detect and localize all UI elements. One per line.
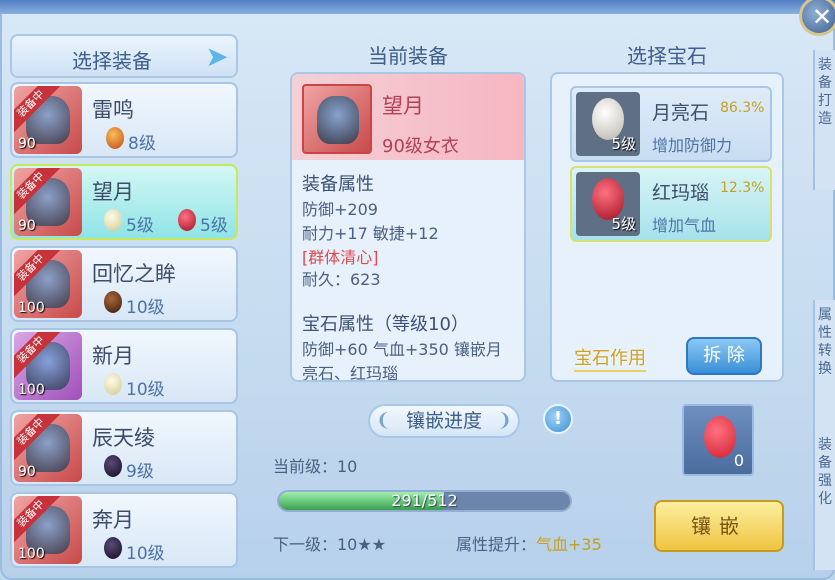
equip-level: 100 (18, 300, 45, 316)
next-level: 下一级：10★★ (273, 535, 387, 554)
attr-line: 耐力+17 敏捷+12 (302, 224, 439, 243)
side-tab-3[interactable]: 装备强化 (813, 430, 835, 570)
agate-icon (178, 209, 196, 231)
gem-icon (104, 291, 122, 313)
equipment-item[interactable]: 装备中 100 回忆之眸 10级 (10, 246, 238, 322)
gem-attr-heading: 宝石属性（等级10） (302, 314, 469, 335)
equipment-list-title: 选择装备 (72, 49, 152, 73)
current-level: 当前级：10 (273, 457, 358, 476)
current-equipment-header: 望月 90级女衣 (292, 74, 524, 160)
side-tab-2[interactable]: 属性转换 (813, 300, 835, 440)
equipment-thumb: 装备中 100 (14, 496, 82, 564)
equipment-name: 新月 (92, 344, 134, 368)
gem-icon (104, 537, 122, 559)
gem-icon (106, 127, 124, 149)
select-gem-title: 选择宝石 (627, 44, 707, 68)
special-skill: [群体清心] (302, 248, 379, 267)
gem-card[interactable]: 5级 月亮石 86.3% 增加防御力 (570, 86, 772, 162)
equip-level: 90 (18, 218, 36, 234)
equipment-thumb: 装备中 90 (14, 414, 82, 482)
gem-count: 0 (733, 451, 744, 470)
agate-icon (704, 416, 736, 458)
gem-icon-box: 5级 (576, 92, 640, 156)
gem-card-selected[interactable]: 5级 红玛瑙 12.3% 增加气血 (570, 166, 772, 242)
equipment-thumb: 装备中 90 (14, 86, 82, 154)
gem-desc: 增加气血 (652, 216, 717, 235)
gem-effect-link[interactable]: 宝石作用 (574, 344, 646, 372)
current-equipment-type: 90级女衣 (382, 136, 459, 157)
gem-percent: 86.3% (720, 100, 765, 116)
top-band (0, 0, 835, 14)
curl-icon: ❨ (376, 410, 392, 431)
gem-level: 10级 (126, 298, 165, 318)
attr-heading: 装备属性 (302, 174, 374, 195)
progress-bar: 291/512 (277, 490, 572, 512)
equipment-name: 望月 (92, 180, 134, 204)
close-icon: ✕ (812, 3, 833, 31)
equipment-thumb: 装备中 90 (14, 168, 82, 236)
equipment-name: 奔月 (92, 508, 134, 532)
gem-level: 8级 (128, 134, 156, 154)
equipment-item[interactable]: 装备中 90 雷鸣 8级 (10, 82, 238, 158)
gem-slot[interactable]: 0 (682, 404, 754, 476)
attr-increase-value: 气血+35 (536, 535, 602, 554)
gem-attr-line: 防御+60 气血+350 镶嵌月 (302, 340, 502, 359)
gem-level: 10级 (126, 544, 165, 564)
attr-increase-label: 属性提升： (456, 535, 537, 554)
gem-name: 红玛瑙 (652, 182, 710, 204)
info-button[interactable]: ! (543, 404, 573, 434)
inlay-progress-label: ❨ 镶嵌进度 ❩ (368, 404, 520, 438)
equipment-list-header: 选择装备 ➤ (10, 34, 238, 78)
equip-level: 90 (18, 464, 36, 480)
equipment-item-selected[interactable]: 装备中 90 望月 5级 5级 (10, 164, 238, 240)
equipment-name: 辰天绫 (92, 426, 155, 450)
side-tab-1[interactable]: 装备打造 (813, 50, 835, 190)
moonstone-icon (104, 373, 122, 395)
arrow-icon[interactable]: ➤ (202, 42, 232, 72)
gem-panel: 5级 月亮石 86.3% 增加防御力 5级 红玛瑙 12.3% 增加气血 宝石作… (550, 72, 784, 382)
gem-percent: 12.3% (720, 180, 765, 196)
curl-icon: ❩ (496, 410, 512, 431)
current-equipment-thumb (302, 84, 372, 154)
gem-level: 5级 (126, 216, 154, 236)
equip-level: 90 (18, 136, 36, 152)
current-equipment-name: 望月 (382, 94, 424, 118)
progress-text: 291/512 (391, 491, 458, 510)
inlay-button[interactable]: 镶嵌 (654, 500, 784, 552)
gem-icon-box: 5级 (576, 172, 640, 236)
gem-name: 月亮石 (652, 102, 710, 124)
remove-button[interactable]: 拆 除 (686, 337, 762, 375)
gem-icon (104, 455, 122, 477)
gem-level: 9级 (126, 462, 154, 482)
durability: 耐久：623 (302, 270, 381, 289)
equipment-thumb: 装备中 100 (14, 332, 82, 400)
moonstone-icon (104, 209, 122, 231)
equipment-thumb: 装备中 100 (14, 250, 82, 318)
equip-level: 100 (18, 546, 45, 562)
attr-line: 防御+209 (302, 200, 378, 219)
equipment-item[interactable]: 装备中 100 新月 10级 (10, 328, 238, 404)
gem-attr-line: 亮石、红玛瑙 (302, 364, 399, 382)
gem-level: 5级 (611, 215, 636, 233)
current-equipment-panel[interactable]: 望月 90级女衣 装备属性 防御+209 耐力+17 敏捷+12 [群体清心] … (290, 72, 526, 382)
gem-level: 5级 (611, 135, 636, 153)
equip-level: 100 (18, 382, 45, 398)
side-tabs: 装备打造 属性转换 装备强化 (813, 30, 835, 580)
inlay-progress-text: 镶嵌进度 (405, 410, 482, 432)
equipment-name: 回忆之眸 (92, 262, 176, 286)
current-equipment-title: 当前装备 (368, 44, 448, 68)
equipment-item[interactable]: 装备中 90 辰天绫 9级 (10, 410, 238, 486)
equipment-name: 雷鸣 (92, 98, 134, 122)
gem-level: 5级 (200, 216, 228, 236)
gem-desc: 增加防御力 (652, 136, 733, 155)
equipment-item[interactable]: 装备中 100 奔月 10级 (10, 492, 238, 568)
gem-level: 10级 (126, 380, 165, 400)
attr-increase: 属性提升：气血+35 (456, 531, 602, 555)
